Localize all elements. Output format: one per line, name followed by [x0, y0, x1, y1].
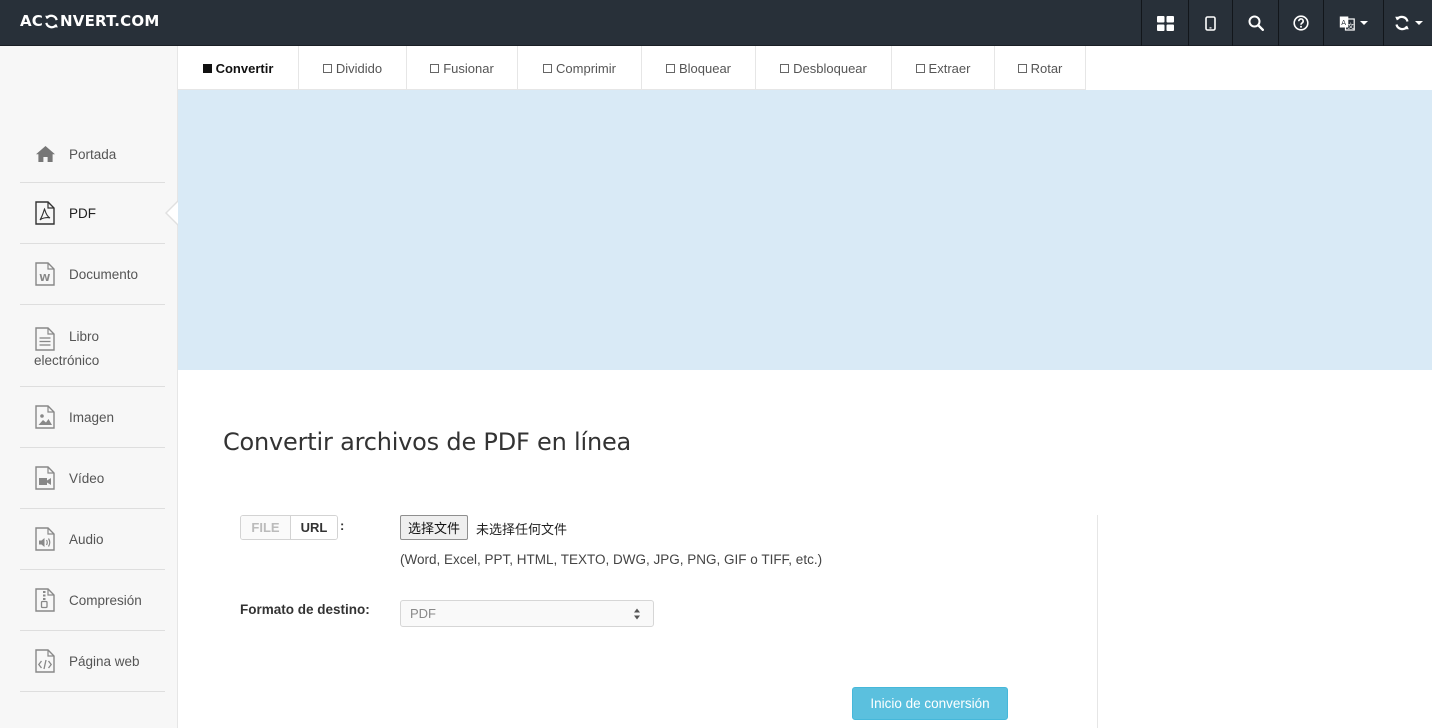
sidebar-item-portada[interactable]: Portada: [20, 126, 165, 183]
start-conversion-button[interactable]: Inicio de conversión: [852, 687, 1008, 720]
checkbox-empty-icon: [430, 63, 440, 73]
tab-label: Desbloquear: [793, 60, 867, 76]
url-source-button[interactable]: URL: [291, 516, 337, 539]
ad-banner: [178, 90, 1432, 370]
toggle-colon: :: [340, 518, 345, 533]
svg-text:A: A: [1341, 19, 1346, 27]
sidebar-list: Portada PDF W Documento Libro electrónic…: [20, 126, 179, 692]
help-icon: [1293, 15, 1309, 31]
chevron-down-icon: [1360, 21, 1368, 25]
checkbox-empty-icon: [915, 63, 925, 73]
supported-formats-hint: (Word, Excel, PPT, HTML, TEXTO, DWG, JPG…: [400, 552, 823, 567]
language-icon: A 文: [1339, 16, 1355, 31]
chevron-down-icon: [1414, 21, 1423, 25]
tab-label: Fusionar: [443, 60, 494, 76]
home-icon: [34, 142, 56, 166]
help-button[interactable]: [1278, 0, 1323, 46]
language-dropdown[interactable]: A 文: [1323, 0, 1383, 46]
page-title: Convertir archivos de PDF en línea: [223, 428, 632, 456]
sidebar-item-libro-electronico[interactable]: Libro electrónico: [20, 305, 165, 387]
logo-suffix: NVERT.COM: [60, 12, 160, 30]
logo-prefix: AC: [20, 12, 44, 30]
sidebar-item-pdf[interactable]: PDF: [20, 183, 179, 244]
target-format-select[interactable]: PDF: [400, 600, 654, 627]
file-status-text: 未选择任何文件: [476, 522, 568, 537]
source-toggle: FILE URL: [240, 515, 338, 540]
sidebar-item-label: Audio: [69, 531, 104, 547]
archive-file-icon: [34, 588, 56, 612]
image-file-icon: [34, 405, 56, 429]
word-document-icon: W: [34, 262, 56, 286]
sidebar: Portada PDF W Documento Libro electrónic…: [0, 46, 179, 728]
tab-bloquear[interactable]: Bloquear: [642, 46, 756, 90]
tab-comprimir[interactable]: Comprimir: [518, 46, 642, 90]
checkbox-empty-icon: [780, 63, 790, 73]
checkbox-empty-icon: [1017, 63, 1027, 73]
tab-convertir[interactable]: Convertir: [178, 46, 299, 90]
search-icon: [1248, 15, 1264, 31]
search-button[interactable]: [1232, 0, 1278, 46]
sidebar-item-audio[interactable]: Audio: [20, 509, 165, 570]
sidebar-item-label: Compresión: [69, 592, 142, 608]
sidebar-item-label: Libro: [69, 329, 100, 344]
target-format-label: Formato de destino:: [240, 602, 370, 617]
tab-label: Dividido: [335, 60, 383, 76]
checkbox-empty-icon: [543, 63, 553, 73]
sidebar-item-label: PDF: [69, 205, 96, 221]
mobile-button[interactable]: [1188, 0, 1232, 46]
sidebar-item-label: Página web: [69, 653, 140, 669]
apps-grid-icon: [1156, 15, 1174, 31]
tab-extraer[interactable]: Extraer: [892, 46, 995, 90]
tab-label: Rotar: [1030, 60, 1063, 76]
svg-text:W: W: [39, 273, 50, 284]
ebook-icon: [34, 327, 56, 351]
conversion-form: FILE URL : 选择文件 未选择任何文件 (Word, Excel, PP…: [178, 515, 1098, 728]
sidebar-item-imagen[interactable]: Imagen: [20, 387, 165, 448]
sidebar-item-video[interactable]: Vídeo: [20, 448, 165, 509]
tool-tabs: Convertir Dividido Fusionar Comprimir Bl…: [178, 46, 1086, 90]
sidebar-item-label: Portada: [69, 146, 117, 162]
sidebar-item-label-line2: electrónico: [34, 353, 100, 368]
logo-refresh-icon: [45, 14, 58, 28]
sidebar-item-pagina-web[interactable]: Página web: [20, 631, 165, 692]
tab-label: Extraer: [928, 60, 971, 76]
sidebar-item-label: Documento: [69, 266, 139, 282]
sidebar-item-documento[interactable]: W Documento: [20, 244, 165, 305]
svg-text:文: 文: [1348, 21, 1355, 30]
sidebar-item-compresion[interactable]: Compresión: [20, 570, 165, 631]
sidebar-item-label: Imagen: [69, 409, 115, 425]
audio-file-icon: [34, 527, 56, 551]
tab-fusionar[interactable]: Fusionar: [407, 46, 518, 90]
file-source-button[interactable]: FILE: [241, 516, 291, 539]
video-file-icon: [34, 466, 56, 490]
mobile-icon: [1205, 15, 1216, 31]
top-navbar: AC NVERT.COM A 文: [0, 0, 1432, 46]
apps-button[interactable]: [1141, 0, 1188, 46]
checkbox-empty-icon: [322, 63, 332, 73]
refresh-icon: [1394, 15, 1409, 31]
refresh-dropdown[interactable]: [1383, 0, 1432, 46]
sidebar-item-label: Vídeo: [69, 470, 105, 486]
checkbox-empty-icon: [665, 63, 675, 73]
site-logo[interactable]: AC NVERT.COM: [20, 11, 159, 31]
tab-label: Bloquear: [678, 60, 732, 76]
target-format-value: PDF: [410, 606, 436, 621]
select-arrows-icon: [634, 608, 640, 620]
tab-label: Convertir: [215, 60, 274, 76]
tab-label: Comprimir: [556, 60, 616, 76]
tab-desbloquear[interactable]: Desbloquear: [756, 46, 892, 90]
code-file-icon: [34, 649, 56, 673]
pdf-file-icon: [34, 201, 56, 225]
tab-rotar[interactable]: Rotar: [995, 46, 1086, 90]
choose-file-button[interactable]: 选择文件: [400, 515, 469, 540]
tab-dividido[interactable]: Dividido: [299, 46, 407, 90]
checkbox-filled-icon: [202, 63, 212, 73]
toolbar-icons: A 文: [1141, 0, 1432, 46]
